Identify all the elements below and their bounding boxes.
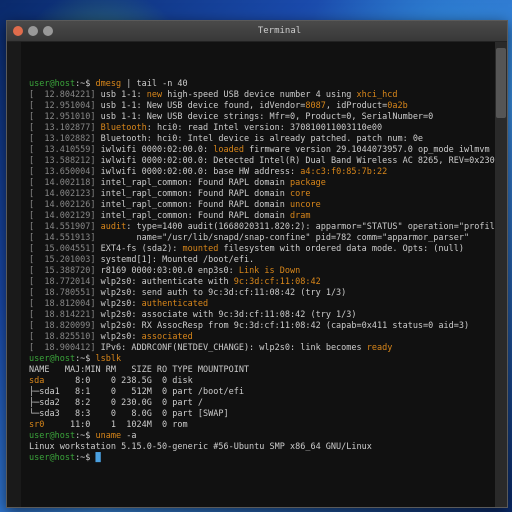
terminal-line: user@host:~$ lsblk: [29, 354, 501, 365]
terminal-line: Linux workstation 5.15.0-50-generic #56-…: [29, 442, 501, 453]
terminal-line: [ 18.820099] wlp2s0: RX AssocResp from 9…: [29, 321, 501, 332]
terminal-line: [ 18.780551] wlp2s0: send auth to 9c:3d:…: [29, 288, 501, 299]
terminal-line: ├─sda1 8:1 0 512M 0 part /boot/efi: [29, 387, 501, 398]
scrollbar-track[interactable]: [495, 42, 507, 507]
terminal-line: [ 13.588212] iwlwifi 0000:02:00.0: Detec…: [29, 156, 501, 167]
terminal-line: [ 13.650004] iwlwifi 0000:02:00.0: base …: [29, 167, 501, 178]
terminal-line: [ 18.812004] wlp2s0: authenticated: [29, 299, 501, 310]
terminal-line: [ 18.814221] wlp2s0: associate with 9c:3…: [29, 310, 501, 321]
close-icon[interactable]: [13, 26, 23, 36]
window-title: Terminal: [258, 26, 301, 36]
terminal-line: [ 18.825510] wlp2s0: associated: [29, 332, 501, 343]
terminal-line: [ 18.772014] wlp2s0: authenticate with 9…: [29, 277, 501, 288]
terminal-line: user@host:~$ uname -a: [29, 431, 501, 442]
scrollbar-thumb[interactable]: [496, 48, 506, 118]
desktop-wallpaper: Terminal user@host:~$ dmesg | tail -n 40…: [0, 0, 512, 512]
gutter: [7, 42, 21, 507]
terminal-line: [ 14.002118] intel_rapl_common: Found RA…: [29, 178, 501, 189]
terminal-output: user@host:~$ dmesg | tail -n 40[ 12.8042…: [29, 79, 501, 464]
terminal-line: [ 14.002129] intel_rapl_common: Found RA…: [29, 211, 501, 222]
terminal-line: [ 13.102877] Bluetooth: hci0: read Intel…: [29, 123, 501, 134]
terminal-line: [ 15.388720] r8169 0000:03:00.0 enp3s0: …: [29, 266, 501, 277]
terminal-viewport[interactable]: user@host:~$ dmesg | tail -n 40[ 12.8042…: [7, 42, 507, 507]
terminal-line: [ 12.804221] usb 1-1: new high-speed USB…: [29, 90, 501, 101]
terminal-line: ├─sda2 8:2 0 230.0G 0 part /: [29, 398, 501, 409]
terminal-line: user@host:~$ dmesg | tail -n 40: [29, 79, 501, 90]
terminal-line: [ 14.551907] audit: type=1400 audit(1668…: [29, 222, 501, 233]
terminal-line: NAME MAJ:MIN RM SIZE RO TYPE MOUNTPOINT: [29, 365, 501, 376]
terminal-line: [ 14.551913] name="/usr/lib/snapd/snap-c…: [29, 233, 501, 244]
terminal-line: [ 18.900412] IPv6: ADDRCONF(NETDEV_CHANG…: [29, 343, 501, 354]
maximize-icon[interactable]: [43, 26, 53, 36]
titlebar[interactable]: Terminal: [7, 21, 507, 42]
terminal-window: Terminal user@host:~$ dmesg | tail -n 40…: [6, 20, 508, 508]
terminal-line: [ 12.951010] usb 1-1: New USB device str…: [29, 112, 501, 123]
terminal-line: sr0 11:0 1 1024M 0 rom: [29, 420, 501, 431]
terminal-line: [ 15.004551] EXT4-fs (sda2): mounted fil…: [29, 244, 501, 255]
minimize-icon[interactable]: [28, 26, 38, 36]
terminal-line: sda 8:0 0 238.5G 0 disk: [29, 376, 501, 387]
terminal-line: [ 14.002126] intel_rapl_common: Found RA…: [29, 200, 501, 211]
terminal-line: [ 14.002123] intel_rapl_common: Found RA…: [29, 189, 501, 200]
terminal-line: [ 13.102882] Bluetooth: hci0: Intel devi…: [29, 134, 501, 145]
terminal-line: └─sda3 8:3 0 8.0G 0 part [SWAP]: [29, 409, 501, 420]
terminal-line: [ 12.951004] usb 1-1: New USB device fou…: [29, 101, 501, 112]
terminal-line: [ 15.201003] systemd[1]: Mounted /boot/e…: [29, 255, 501, 266]
terminal-line: user@host:~$ █: [29, 453, 501, 464]
terminal-line: [ 13.410559] iwlwifi 0000:02:00.0: loade…: [29, 145, 501, 156]
